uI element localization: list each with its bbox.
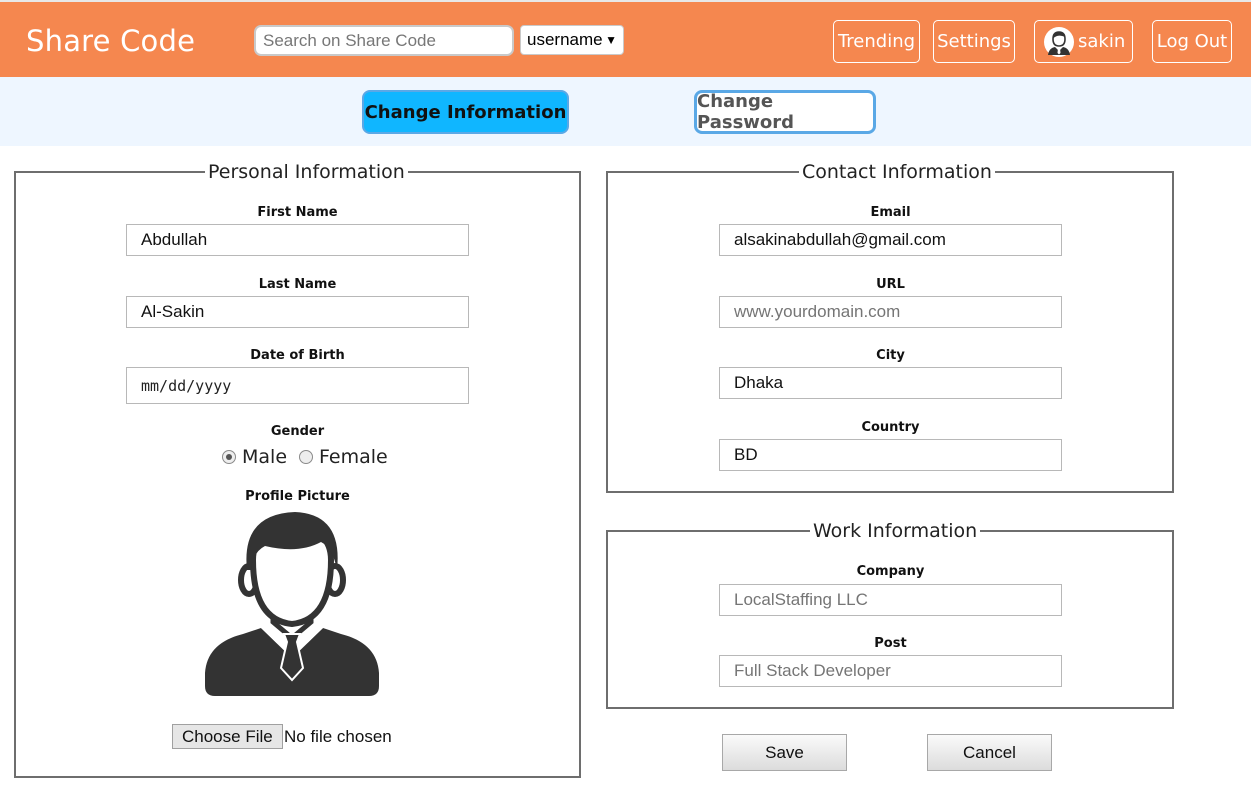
url-label: URL <box>876 277 905 292</box>
gender-label: Gender <box>270 424 325 439</box>
nav-settings-button[interactable]: Settings <box>933 20 1015 63</box>
company-input[interactable] <box>719 584 1062 616</box>
personal-information-legend: Personal Information <box>205 161 408 183</box>
gender-male-label[interactable]: Male <box>242 446 287 468</box>
top-navbar: Share Code username ▼ Trending Settings … <box>0 0 1251 77</box>
search-input[interactable] <box>254 25 514 56</box>
date-of-birth-input[interactable]: mm/dd/yyyy <box>126 367 469 404</box>
save-button[interactable]: Save <box>722 734 847 771</box>
email-input[interactable] <box>719 224 1062 256</box>
first-name-label: First Name <box>257 205 338 220</box>
last-name-label: Last Name <box>258 277 337 292</box>
settings-tab-strip: Change Information Change Password <box>0 77 1251 146</box>
cancel-button[interactable]: Cancel <box>927 734 1052 771</box>
company-label: Company <box>856 564 925 579</box>
gender-female-radio[interactable] <box>299 450 314 464</box>
file-status-text: No file chosen <box>284 727 392 746</box>
contact-information-legend: Contact Information <box>799 161 995 183</box>
dropdown-caret-icon: ▼ <box>605 33 617 47</box>
nav-profile-button[interactable]: sakin <box>1034 20 1133 63</box>
country-input[interactable] <box>719 439 1062 471</box>
search-type-select[interactable]: username ▼ <box>520 25 624 55</box>
contact-information-section: Contact Information Email URL City Count… <box>606 161 1174 493</box>
nav-trending-button[interactable]: Trending <box>833 20 920 63</box>
gender-radio-group: Male Female <box>222 446 388 468</box>
brand-logo[interactable]: Share Code <box>26 24 195 58</box>
profile-picture-label: Profile Picture <box>245 489 350 504</box>
date-of-birth-placeholder: mm/dd/yyyy <box>141 376 232 395</box>
gender-female-label[interactable]: Female <box>319 446 388 468</box>
work-information-legend: Work Information <box>810 520 981 542</box>
city-input[interactable] <box>719 367 1062 399</box>
user-avatar-icon <box>1044 26 1074 57</box>
search-type-value: username <box>527 30 603 49</box>
last-name-input[interactable] <box>126 296 469 328</box>
email-label: Email <box>870 205 911 220</box>
date-of-birth-label: Date of Birth <box>250 348 345 363</box>
nav-profile-label: sakin <box>1078 31 1126 52</box>
profile-picture-avatar-icon <box>205 512 379 696</box>
tab-change-information[interactable]: Change Information <box>362 90 569 134</box>
first-name-input[interactable] <box>126 224 469 256</box>
post-input[interactable] <box>719 655 1062 687</box>
nav-logout-button[interactable]: Log Out <box>1152 20 1232 63</box>
work-information-section: Work Information Company Post <box>606 520 1174 709</box>
country-label: Country <box>861 420 920 435</box>
choose-file-button[interactable]: Choose File <box>172 724 283 749</box>
tab-change-password[interactable]: Change Password <box>694 90 876 134</box>
personal-information-section: Personal Information First Name Last Nam… <box>14 161 581 778</box>
post-label: Post <box>874 636 907 651</box>
url-input[interactable] <box>719 296 1062 328</box>
city-label: City <box>876 348 905 363</box>
gender-male-radio[interactable] <box>222 450 236 464</box>
